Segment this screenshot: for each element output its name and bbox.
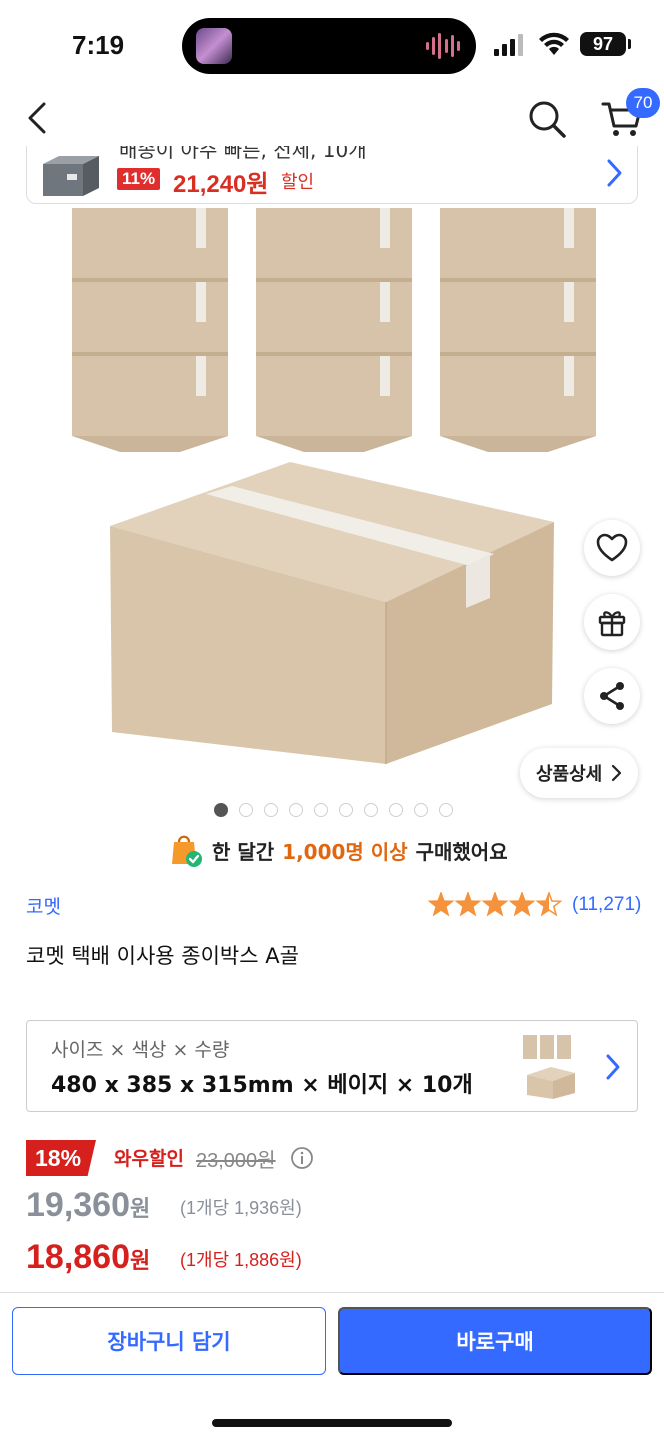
regular-unit-price: (1개당 1,936원) [180,1198,302,1218]
star-icon [428,892,455,917]
share-icon [600,682,624,710]
option-value: 480 x 385 x 315mm × 베이지 × 10개 [51,1073,473,1098]
star-icon [535,892,563,917]
discount-badge: 18% [26,1140,96,1176]
product-title: 코멧 택배 이사용 종이박스 A골 [26,944,299,968]
brand-link[interactable]: 코멧 [26,892,61,919]
carousel-indicator[interactable] [214,803,453,817]
status-time: 7:19 [72,30,125,60]
audio-waveform-icon [426,32,460,60]
product-detail-label: 상품상세 [536,764,603,785]
cart-count-badge: 70 [626,88,660,118]
purchase-count-highlight: 1,000명 이상 [282,839,408,864]
cellular-signal-icon [494,34,523,56]
product-image[interactable] [0,204,664,800]
carousel-dot[interactable] [239,803,253,817]
product-detail-button[interactable]: 상품상세 [520,748,639,798]
carousel-dot[interactable] [439,803,453,817]
promo-title: 배송이 아주 빠른, 전체, 10개 [119,146,367,162]
chevron-right-icon [606,1054,620,1080]
status-bar: 7:19 97 [0,0,664,92]
chevron-right-icon [612,764,622,782]
wishlist-button[interactable] [584,520,640,576]
carousel-dot[interactable] [289,803,303,817]
dynamic-island[interactable] [182,18,476,74]
gift-button[interactable] [584,594,640,650]
purchase-count-banner: 한 달간 1,000명 이상 구매했어요 [168,832,508,868]
review-count: (11,271) [572,894,642,915]
regular-price-value: 19,360 [26,1186,130,1224]
carousel-dot[interactable] [414,803,428,817]
add-to-cart-button[interactable]: 장바구니 담기 [12,1307,326,1375]
gift-icon [598,611,626,637]
carousel-dot[interactable] [264,803,278,817]
wow-unit-price: (1개당 1,886원) [180,1250,302,1270]
purchase-count-suffix: 구매했어요 [415,839,508,864]
option-thumbnail [523,1035,575,1099]
promo-discount-badge: 11% [117,168,161,190]
battery-indicator: 97 [580,32,626,56]
carousel-dot[interactable] [314,803,328,817]
buy-now-button[interactable]: 바로구매 [338,1307,652,1375]
info-icon[interactable] [290,1146,314,1170]
now-playing-artwork [196,28,232,64]
wow-price-value: 18,860 [26,1238,130,1276]
option-selector[interactable]: 사이즈 × 색상 × 수량 480 x 385 x 315mm × 베이지 × … [26,1020,638,1112]
wow-discount-label: 와우할인 [114,1148,184,1170]
promo-price: 21,240원 [173,171,269,198]
home-indicator[interactable] [212,1419,452,1427]
wifi-icon [539,32,569,55]
wow-price: 18,860원 [26,1238,150,1277]
bottom-action-bar: 장바구니 담기 바로구매 [0,1292,664,1440]
shopping-bag-icon [172,835,202,867]
carousel-dot[interactable] [389,803,403,817]
search-icon[interactable] [526,98,568,140]
promo-product-thumbnail [43,156,99,196]
regular-price-currency: 원 [130,1196,151,1221]
original-price: 23,000원 [196,1150,276,1172]
share-button[interactable] [584,668,640,724]
promo-card[interactable]: 배송이 아주 빠른, 전체, 10개 11% 21,240원 할인 [26,146,638,204]
star-icon [481,892,509,917]
purchase-count-prefix: 한 달간 [212,839,275,864]
carousel-dot[interactable] [364,803,378,817]
carousel-dot[interactable] [339,803,353,817]
back-button[interactable] [20,98,60,138]
rating-stars [428,892,563,917]
chevron-right-icon [607,159,622,187]
carousel-dot[interactable] [214,803,228,817]
star-icon [508,892,536,917]
option-label: 사이즈 × 색상 × 수량 [51,1039,230,1061]
star-icon [454,892,482,917]
rating[interactable]: (11,271) [428,892,641,918]
wow-price-currency: 원 [130,1248,151,1273]
regular-price: 19,360원 [26,1186,150,1225]
promo-discount-label: 할인 [281,172,315,193]
battery-tip [628,39,631,49]
heart-icon [596,533,628,562]
